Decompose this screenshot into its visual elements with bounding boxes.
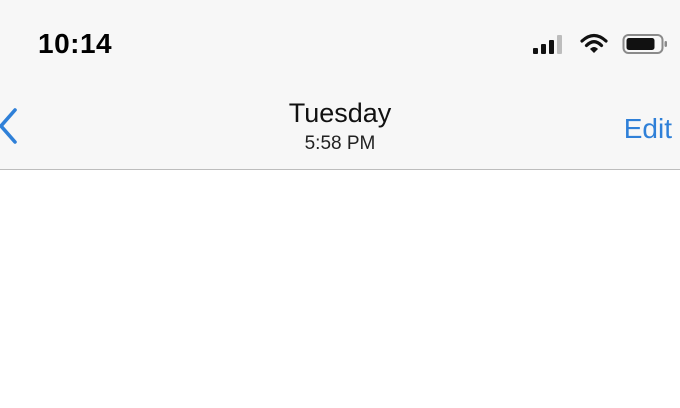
nav-title-group: Tuesday 5:58 PM: [0, 96, 680, 156]
status-icons: [532, 33, 668, 59]
battery-icon: [622, 33, 668, 60]
screen: 10:14 Tuesday 5:58 PM Edit: [0, 0, 680, 408]
wifi-icon: [580, 33, 608, 60]
page-title: Tuesday: [288, 98, 392, 128]
cellular-signal-icon: [532, 33, 566, 60]
status-time: 10:14: [38, 28, 113, 59]
edit-button[interactable]: Edit: [624, 112, 672, 146]
content-area: [0, 171, 680, 408]
navigation-bar: Tuesday 5:58 PM Edit: [0, 90, 680, 170]
page-subtitle: 5:58 PM: [304, 133, 376, 154]
status-bar: 10:14: [0, 0, 680, 90]
header-area: 10:14 Tuesday 5:58 PM Edit: [0, 0, 680, 170]
